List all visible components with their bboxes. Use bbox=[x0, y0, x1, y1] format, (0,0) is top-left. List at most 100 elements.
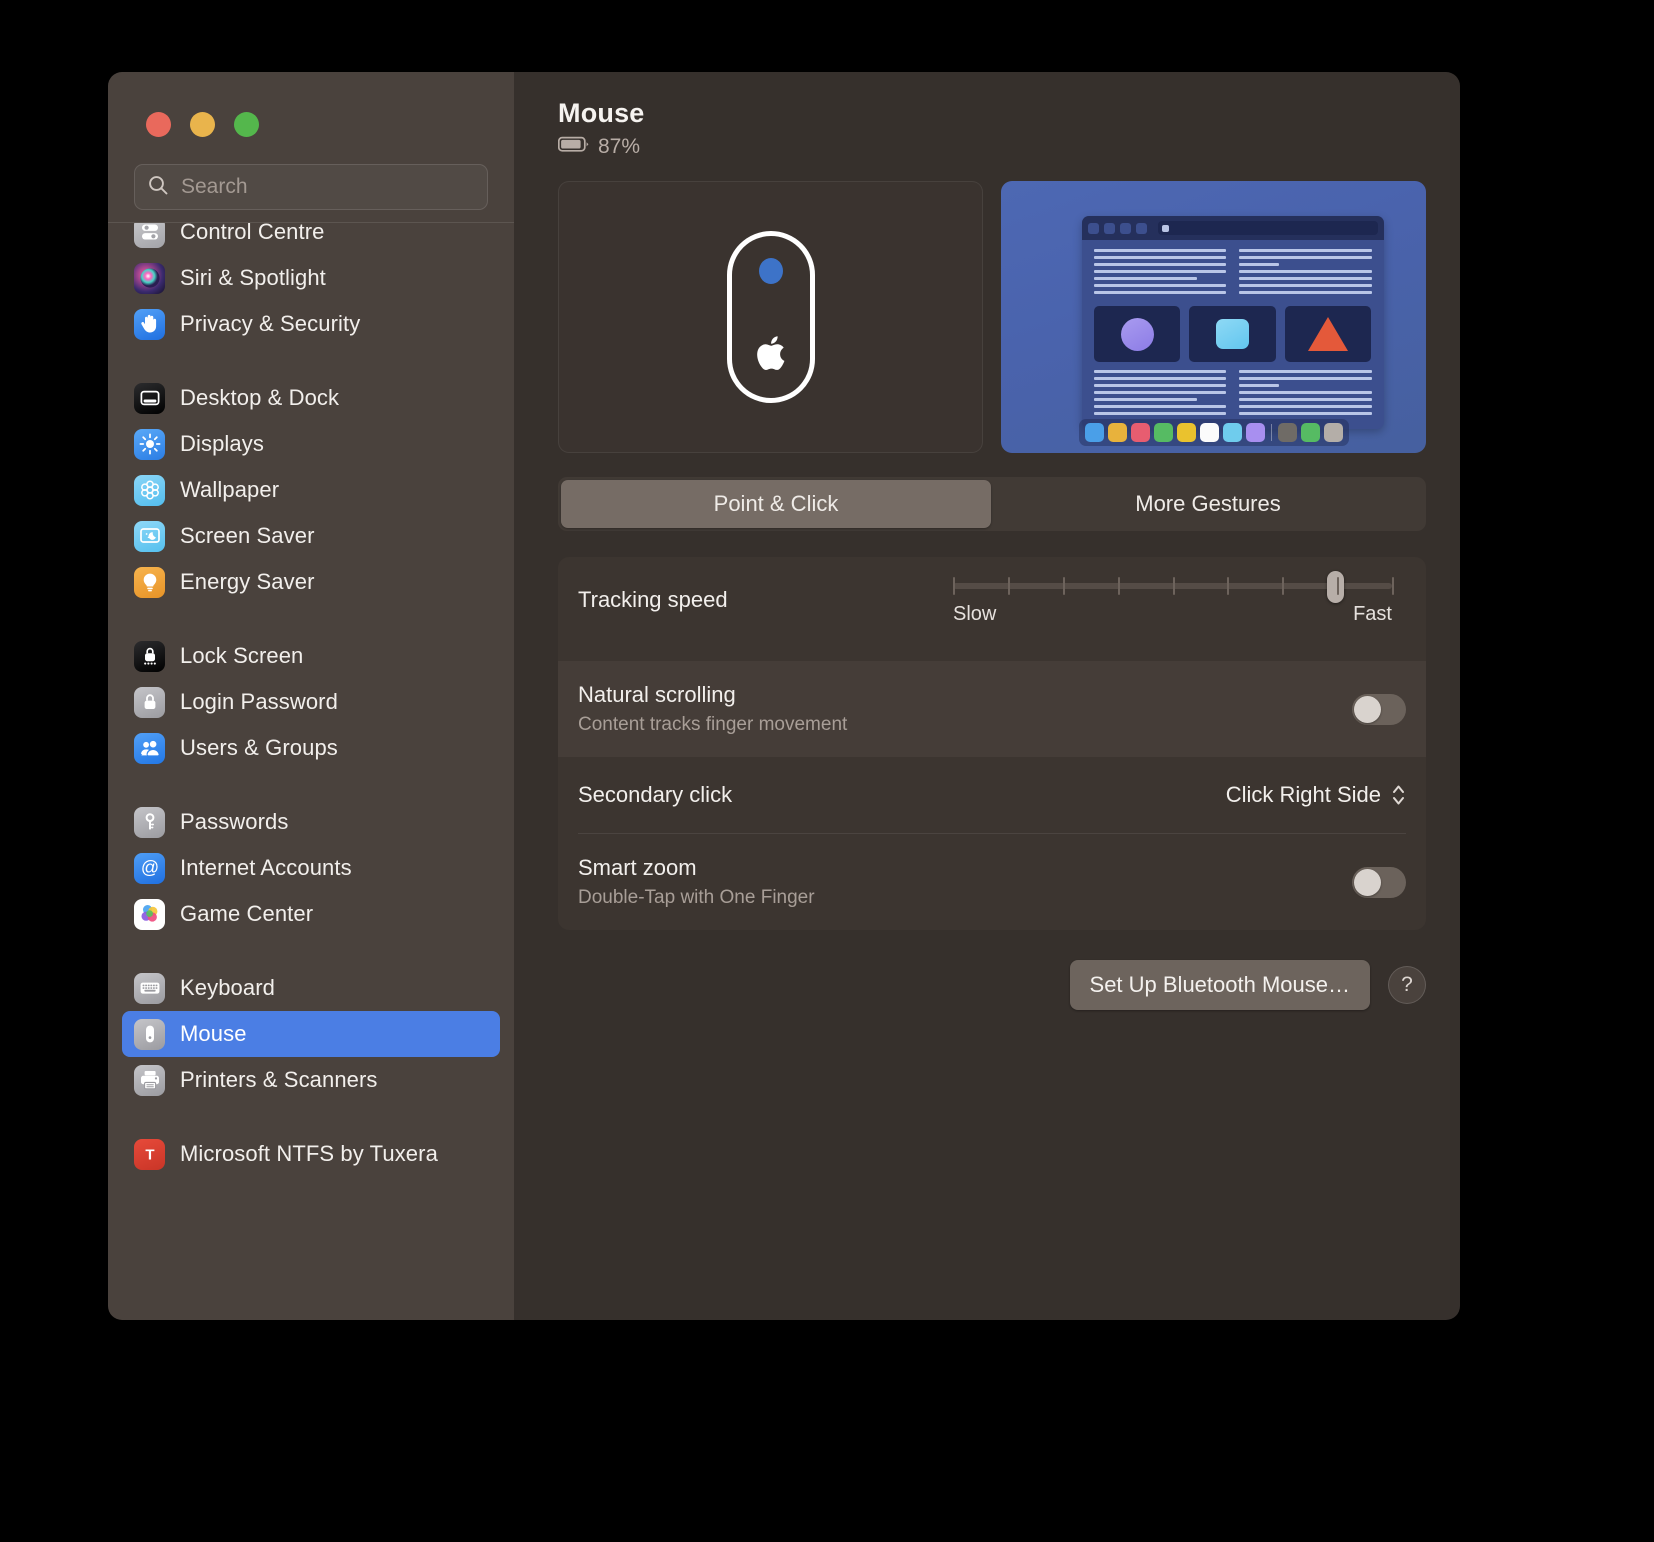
control-centre-icon bbox=[134, 223, 165, 248]
sidebar-item-screen-saver[interactable]: Screen Saver bbox=[122, 513, 500, 559]
preview-window bbox=[1081, 216, 1384, 429]
printers-scanners-icon bbox=[134, 1064, 165, 1096]
displays-icon bbox=[134, 428, 165, 460]
sidebar-item-displays[interactable]: Displays bbox=[122, 421, 500, 467]
sidebar-item-label: Screen Saver bbox=[180, 523, 315, 548]
preview-titlebar bbox=[1081, 216, 1384, 241]
keyboard-icon bbox=[134, 972, 165, 1004]
set-up-bluetooth-mouse-button[interactable]: Set Up Bluetooth Mouse… bbox=[1069, 960, 1370, 1010]
tracking-speed-slider[interactable]: Slow Fast bbox=[953, 571, 1406, 626]
page-title: Mouse bbox=[558, 98, 645, 128]
slider-tick bbox=[1117, 577, 1120, 595]
preview-tile bbox=[1189, 306, 1276, 363]
search-input[interactable] bbox=[181, 175, 475, 199]
desktop-preview-card bbox=[1001, 181, 1426, 453]
tab-more-gestures[interactable]: More Gestures bbox=[993, 480, 1423, 528]
dock-app-icon bbox=[1176, 423, 1196, 442]
sidebar-item-desktop-dock[interactable]: Desktop & Dock bbox=[122, 375, 500, 421]
preview-text-column bbox=[1239, 370, 1372, 419]
sidebar-item-control-centre[interactable]: Control Centre bbox=[122, 223, 500, 255]
sidebar-item-microsoft-ntfs-by-tuxera[interactable]: T Microsoft NTFS by Tuxera bbox=[122, 1131, 500, 1177]
secondary-click-texts: Secondary click bbox=[578, 782, 1226, 808]
slider-track[interactable] bbox=[953, 571, 1394, 603]
secondary-click-popup[interactable]: Click Right Side bbox=[1226, 782, 1406, 808]
preview-tb-button bbox=[1135, 222, 1147, 234]
system-settings-window: Control Centre Siri & Spotlight Privacy … bbox=[108, 72, 1460, 1320]
sidebar-item-keyboard[interactable]: Keyboard bbox=[122, 965, 500, 1011]
sidebar-item-game-center[interactable]: Game Center bbox=[122, 891, 500, 937]
slider-max-label: Fast bbox=[1353, 603, 1392, 625]
dock-app-icon bbox=[1245, 423, 1265, 442]
sidebar-item-label: Printers & Scanners bbox=[180, 1067, 378, 1092]
preview-tb-button bbox=[1119, 222, 1131, 234]
maximize-button[interactable] bbox=[234, 112, 259, 137]
main-panel: Mouse 87% Point & Click More Gestures Tr… bbox=[514, 72, 1460, 1320]
sidebar-item-label: Internet Accounts bbox=[180, 855, 352, 880]
preview-dock bbox=[1078, 419, 1349, 446]
sidebar-item-privacy-security[interactable]: Privacy & Security bbox=[122, 301, 500, 347]
sidebar-item-internet-accounts[interactable]: @ Internet Accounts bbox=[122, 845, 500, 891]
dock-app-icon bbox=[1107, 423, 1127, 442]
secondary-click-value: Click Right Side bbox=[1225, 782, 1381, 807]
natural-scrolling-texts: Natural scrolling Content tracks finger … bbox=[578, 682, 1352, 736]
sidebar-nav[interactable]: Control Centre Siri & Spotlight Privacy … bbox=[108, 223, 514, 1320]
tracking-speed-row: Tracking speed Slow Fast bbox=[558, 557, 1426, 661]
screen: Control Centre Siri & Spotlight Privacy … bbox=[0, 0, 1654, 1542]
sidebar-item-login-password[interactable]: Login Password bbox=[122, 679, 500, 725]
preview-shape-row bbox=[1093, 306, 1372, 363]
screen-saver-icon bbox=[134, 520, 165, 552]
search-box[interactable] bbox=[134, 164, 488, 210]
preview-row bbox=[558, 181, 1430, 453]
circle-shape-icon bbox=[1120, 317, 1154, 351]
sidebar-item-label: Microsoft NTFS by Tuxera bbox=[180, 1141, 438, 1166]
tab-bar[interactable]: Point & Click More Gestures bbox=[558, 477, 1426, 531]
natural-scrolling-toggle[interactable] bbox=[1352, 693, 1406, 725]
sidebar-item-label: Wallpaper bbox=[180, 477, 280, 502]
help-button[interactable]: ? bbox=[1388, 966, 1426, 1004]
preview-text-column bbox=[1239, 249, 1372, 298]
sidebar-item-label: Lock Screen bbox=[180, 643, 304, 668]
search-icon bbox=[147, 174, 169, 201]
sidebar-item-mouse[interactable]: Mouse bbox=[122, 1011, 500, 1057]
siri-icon bbox=[134, 262, 165, 294]
sidebar-item-lock-screen[interactable]: Lock Screen bbox=[122, 633, 500, 679]
sidebar-item-label: Control Centre bbox=[180, 223, 325, 244]
passwords-icon bbox=[134, 806, 165, 838]
sidebar-item-label: Passwords bbox=[180, 809, 289, 834]
desktop-dock-icon bbox=[134, 382, 165, 414]
dock-app-icon bbox=[1222, 423, 1242, 442]
sidebar-item-energy-saver[interactable]: Energy Saver bbox=[122, 559, 500, 605]
sidebar-item-siri-spotlight[interactable]: Siri & Spotlight bbox=[122, 255, 500, 301]
minimize-button[interactable] bbox=[190, 112, 215, 137]
smart-zoom-toggle[interactable] bbox=[1352, 866, 1406, 898]
tab-point-and-click[interactable]: Point & Click bbox=[561, 480, 991, 528]
slider-min-label: Slow bbox=[953, 603, 997, 625]
sidebar-item-wallpaper[interactable]: Wallpaper bbox=[122, 467, 500, 513]
battery-icon bbox=[557, 136, 590, 158]
natural-scrolling-label: Natural scrolling bbox=[578, 682, 736, 707]
dock-app-icon bbox=[1130, 423, 1150, 442]
users-groups-icon bbox=[134, 732, 165, 764]
slider-tick bbox=[1337, 577, 1340, 595]
slider-tick bbox=[1227, 577, 1230, 595]
scroll-dot-icon bbox=[758, 258, 783, 284]
slider-thumb[interactable] bbox=[1326, 571, 1344, 603]
sidebar-item-printers-scanners[interactable]: Printers & Scanners bbox=[122, 1057, 500, 1103]
sidebar-item-label: Game Center bbox=[180, 901, 314, 926]
smart-zoom-label: Smart zoom bbox=[578, 855, 697, 880]
sidebar-item-users-groups[interactable]: Users & Groups bbox=[122, 725, 500, 771]
preview-tile bbox=[1284, 306, 1372, 363]
close-button[interactable] bbox=[146, 112, 171, 137]
smart-zoom-texts: Smart zoom Double-Tap with One Finger bbox=[578, 855, 1352, 909]
dock-app-icon bbox=[1277, 423, 1297, 442]
sidebar-item-passwords[interactable]: Passwords bbox=[122, 799, 500, 845]
sidebar-item-label: Mouse bbox=[180, 1021, 247, 1046]
smart-zoom-sublabel: Double-Tap with One Finger bbox=[578, 887, 815, 908]
toggle-knob bbox=[1354, 695, 1381, 723]
preview-text-column bbox=[1093, 249, 1227, 298]
slider-tick bbox=[1007, 577, 1010, 595]
slider-tick bbox=[1172, 577, 1175, 595]
tracking-speed-label: Tracking speed bbox=[578, 587, 728, 612]
